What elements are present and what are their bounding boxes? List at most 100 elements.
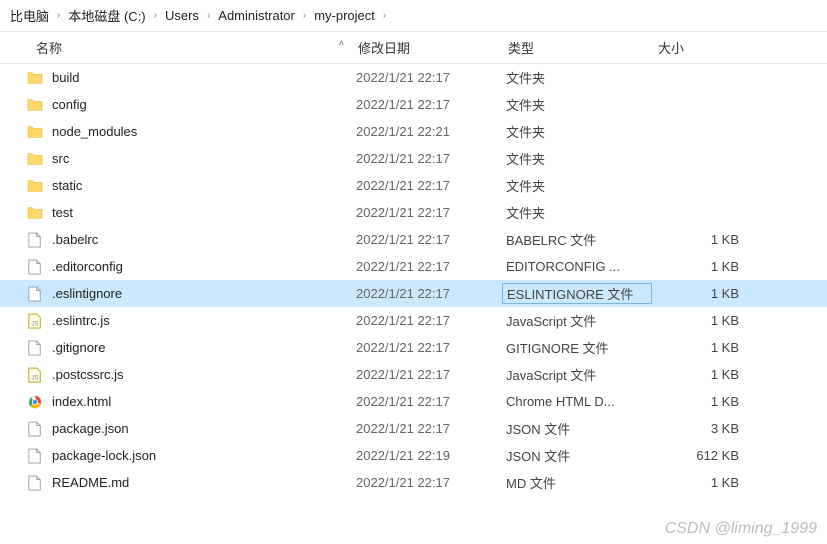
file-icon	[26, 285, 44, 303]
file-date: 2022/1/21 22:17	[356, 394, 506, 409]
file-date: 2022/1/21 22:17	[356, 205, 506, 220]
folder-icon	[26, 177, 44, 195]
file-type: 文件夹	[506, 68, 656, 87]
file-date: 2022/1/21 22:17	[356, 313, 506, 328]
file-size: 1 KB	[656, 232, 819, 247]
file-date: 2022/1/21 22:17	[356, 151, 506, 166]
breadcrumb-seg[interactable]: 本地磁盘 (C:)	[64, 4, 149, 27]
file-type: JavaScript 文件	[506, 365, 656, 384]
file-row[interactable]: build2022/1/21 22:17文件夹	[0, 64, 827, 91]
column-label: 名称	[36, 41, 62, 56]
file-row[interactable]: config2022/1/21 22:17文件夹	[0, 91, 827, 118]
chevron-right-icon: ›	[303, 10, 306, 21]
file-icon	[26, 231, 44, 249]
file-name: config	[52, 97, 356, 112]
file-date: 2022/1/21 22:17	[356, 340, 506, 355]
chevron-right-icon: ›	[207, 10, 210, 21]
file-date: 2022/1/21 22:17	[356, 97, 506, 112]
column-label: 修改日期	[358, 41, 410, 56]
sort-indicator-icon: ˄	[339, 38, 344, 48]
column-headers: 名称 ˄ 修改日期 类型 大小	[0, 32, 827, 64]
file-size: 1 KB	[656, 340, 819, 355]
file-type: 文件夹	[506, 203, 656, 222]
file-name: build	[52, 70, 356, 85]
column-header-name[interactable]: 名称 ˄	[0, 34, 350, 61]
file-row[interactable]: package.json2022/1/21 22:17JSON 文件3 KB	[0, 415, 827, 442]
file-name: README.md	[52, 475, 356, 490]
file-date: 2022/1/21 22:17	[356, 367, 506, 382]
file-size: 1 KB	[656, 367, 819, 382]
folder-icon	[26, 123, 44, 141]
file-date: 2022/1/21 22:17	[356, 475, 506, 490]
file-icon	[26, 474, 44, 492]
file-row[interactable]: static2022/1/21 22:17文件夹	[0, 172, 827, 199]
file-type: 文件夹	[506, 122, 656, 141]
file-type: MD 文件	[506, 473, 656, 492]
file-name: package-lock.json	[52, 448, 356, 463]
file-date: 2022/1/21 22:17	[356, 259, 506, 274]
file-row[interactable]: test2022/1/21 22:17文件夹	[0, 199, 827, 226]
file-type: BABELRC 文件	[506, 230, 656, 249]
file-name: package.json	[52, 421, 356, 436]
file-name: .eslintignore	[52, 286, 356, 301]
file-type: JavaScript 文件	[506, 311, 656, 330]
folder-icon	[26, 69, 44, 87]
file-type: EDITORCONFIG ...	[506, 259, 656, 274]
breadcrumb-seg[interactable]: Users	[161, 6, 203, 25]
file-row[interactable]: src2022/1/21 22:17文件夹	[0, 145, 827, 172]
file-date: 2022/1/21 22:21	[356, 124, 506, 139]
file-date: 2022/1/21 22:17	[356, 421, 506, 436]
file-type: 文件夹	[506, 95, 656, 114]
file-row[interactable]: package-lock.json2022/1/21 22:19JSON 文件6…	[0, 442, 827, 469]
column-header-date[interactable]: 修改日期	[350, 34, 500, 61]
column-header-size[interactable]: 大小	[650, 34, 827, 61]
file-date: 2022/1/21 22:17	[356, 178, 506, 193]
file-name: .eslintrc.js	[52, 313, 356, 328]
js-icon	[26, 312, 44, 330]
file-size: 1 KB	[656, 259, 819, 274]
file-row[interactable]: node_modules2022/1/21 22:21文件夹	[0, 118, 827, 145]
file-name: .babelrc	[52, 232, 356, 247]
file-type: GITIGNORE 文件	[506, 338, 656, 357]
file-date: 2022/1/21 22:19	[356, 448, 506, 463]
chevron-right-icon: ›	[154, 10, 157, 21]
file-type: Chrome HTML D...	[506, 394, 656, 409]
breadcrumb-seg[interactable]: Administrator	[214, 6, 299, 25]
file-row[interactable]: .gitignore2022/1/21 22:17GITIGNORE 文件1 K…	[0, 334, 827, 361]
folder-icon	[26, 96, 44, 114]
file-icon	[26, 258, 44, 276]
folder-icon	[26, 204, 44, 222]
file-type: JSON 文件	[506, 419, 656, 438]
file-type: 文件夹	[506, 176, 656, 195]
file-row[interactable]: .postcssrc.js2022/1/21 22:17JavaScript 文…	[0, 361, 827, 388]
folder-icon	[26, 150, 44, 168]
file-type: ESLINTIGNORE 文件	[502, 283, 652, 304]
file-icon	[26, 420, 44, 438]
file-icon	[26, 447, 44, 465]
chevron-right-icon: ›	[383, 10, 386, 21]
file-size: 1 KB	[656, 475, 819, 490]
file-size: 1 KB	[656, 313, 819, 328]
chevron-right-icon: ›	[57, 10, 60, 21]
breadcrumb: 比电脑 › 本地磁盘 (C:) › Users › Administrator …	[0, 0, 827, 32]
breadcrumb-seg[interactable]: 比电脑	[6, 4, 53, 27]
file-row[interactable]: index.html2022/1/21 22:17Chrome HTML D..…	[0, 388, 827, 415]
file-icon	[26, 339, 44, 357]
file-row[interactable]: .babelrc2022/1/21 22:17BABELRC 文件1 KB	[0, 226, 827, 253]
file-date: 2022/1/21 22:17	[356, 232, 506, 247]
file-type: JSON 文件	[506, 446, 656, 465]
breadcrumb-seg[interactable]: my-project	[310, 6, 379, 25]
file-name: .postcssrc.js	[52, 367, 356, 382]
file-row[interactable]: .editorconfig2022/1/21 22:17EDITORCONFIG…	[0, 253, 827, 280]
file-row[interactable]: .eslintrc.js2022/1/21 22:17JavaScript 文件…	[0, 307, 827, 334]
file-name: node_modules	[52, 124, 356, 139]
file-date: 2022/1/21 22:17	[356, 286, 506, 301]
file-size: 1 KB	[652, 286, 819, 301]
column-header-type[interactable]: 类型	[500, 34, 650, 61]
chrome-icon	[26, 393, 44, 411]
file-name: static	[52, 178, 356, 193]
file-row[interactable]: .eslintignore2022/1/21 22:17ESLINTIGNORE…	[0, 280, 827, 307]
file-name: test	[52, 205, 356, 220]
file-size: 1 KB	[656, 394, 819, 409]
file-row[interactable]: README.md2022/1/21 22:17MD 文件1 KB	[0, 469, 827, 496]
